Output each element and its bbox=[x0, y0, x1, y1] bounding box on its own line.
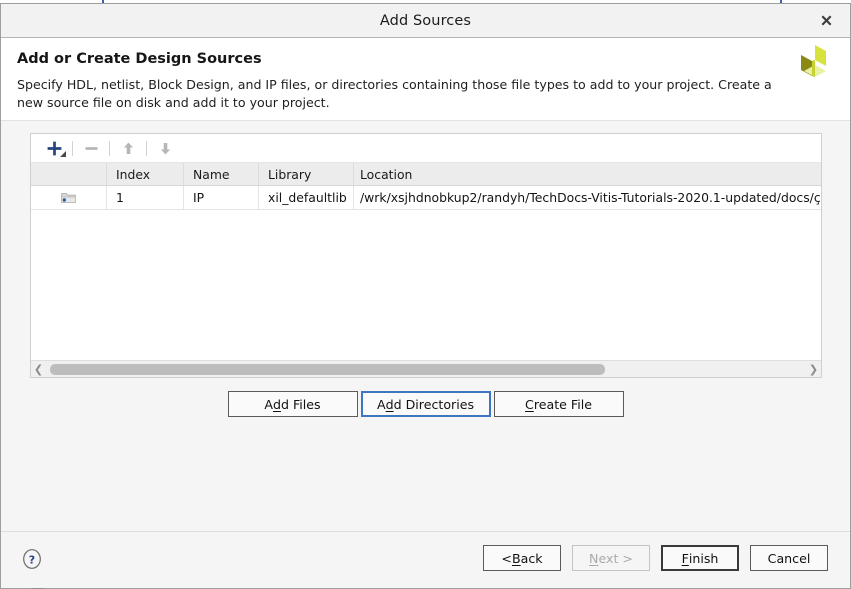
add-directories-label-pre: A bbox=[376, 396, 386, 412]
remove-source-button[interactable] bbox=[78, 136, 104, 160]
help-icon: ? bbox=[23, 549, 41, 569]
row-library: xil_defaultlib bbox=[259, 186, 354, 209]
help-button[interactable]: ? bbox=[21, 547, 43, 571]
arrow-up-icon bbox=[123, 142, 133, 154]
back-mnemonic: B bbox=[511, 550, 521, 566]
dialog-banner: Add or Create Design Sources Specify HDL… bbox=[1, 38, 850, 121]
toolbar-separator bbox=[72, 140, 73, 156]
add-files-button[interactable]: Add Files bbox=[227, 391, 358, 417]
column-header-icon[interactable] bbox=[31, 163, 107, 185]
add-directories-mnemonic: d bbox=[385, 396, 394, 412]
column-header-location[interactable]: Location bbox=[354, 163, 821, 185]
table-row[interactable]: 1 IP xil_defaultlib /wrk/xsjhdnobkup2/ra… bbox=[31, 186, 821, 210]
svg-text:?: ? bbox=[29, 553, 35, 566]
next-mnemonic: N bbox=[589, 550, 599, 566]
row-type-icon-cell bbox=[31, 186, 107, 209]
create-file-mnemonic: C bbox=[525, 396, 534, 412]
source-action-buttons: Add Files Add Directories Create File bbox=[1, 391, 850, 417]
dialog-footer: ? < Back Next > Finish Cancel bbox=[1, 531, 850, 588]
close-button[interactable] bbox=[808, 4, 844, 36]
move-down-button[interactable] bbox=[152, 136, 178, 160]
finish-button[interactable]: Finish bbox=[661, 545, 739, 571]
add-directories-label-post: d Directories bbox=[393, 396, 475, 412]
column-header-name[interactable]: Name bbox=[184, 163, 259, 185]
back-button[interactable]: < Back bbox=[483, 545, 561, 571]
banner-description: Specify HDL, netlist, Block Design, and … bbox=[17, 77, 772, 111]
next-label-post: ext > bbox=[598, 550, 633, 566]
add-files-label-post: d Files bbox=[280, 396, 321, 412]
back-label-pre: < bbox=[501, 550, 512, 566]
add-files-label-pre: A bbox=[264, 396, 273, 412]
source-table-horizontal-scrollbar[interactable]: ❮ ❯ bbox=[31, 360, 821, 377]
wizard-navigation-buttons: < Back Next > Finish Cancel bbox=[483, 545, 828, 571]
dialog-titlebar: Add Sources bbox=[1, 4, 850, 38]
move-up-button[interactable] bbox=[115, 136, 141, 160]
toolbar-separator bbox=[146, 140, 147, 156]
source-table-panel: Index Name Library Location 1 IP xil_def… bbox=[30, 133, 822, 378]
folder-icon bbox=[61, 192, 76, 203]
toolbar-separator bbox=[109, 140, 110, 156]
finish-mnemonic: F bbox=[681, 550, 689, 566]
screen: Add Sources Add or Create Design Sources… bbox=[0, 0, 851, 589]
next-button: Next > bbox=[572, 545, 650, 571]
cancel-label-post: Cancel bbox=[767, 550, 811, 566]
cancel-button[interactable]: Cancel bbox=[750, 545, 828, 571]
add-sources-dialog: Add Sources Add or Create Design Sources… bbox=[0, 3, 851, 589]
add-directories-button[interactable]: Add Directories bbox=[360, 391, 491, 417]
source-table-header: Index Name Library Location bbox=[31, 163, 821, 186]
xilinx-vitis-logo-icon bbox=[801, 45, 826, 77]
dropdown-arrow-icon bbox=[60, 151, 66, 157]
row-name: IP bbox=[184, 186, 259, 209]
dialog-title: Add Sources bbox=[379, 12, 472, 29]
minus-icon bbox=[85, 146, 97, 150]
add-source-button[interactable] bbox=[41, 136, 67, 160]
chevron-right-icon[interactable]: ❯ bbox=[806, 363, 821, 376]
scrollbar-thumb[interactable] bbox=[50, 363, 605, 375]
dialog-body: Index Name Library Location 1 IP xil_def… bbox=[1, 121, 850, 589]
chevron-left-icon[interactable]: ❮ bbox=[31, 363, 46, 376]
scrollbar-track[interactable] bbox=[46, 361, 806, 378]
finish-label-post: inish bbox=[688, 550, 719, 566]
column-header-index[interactable]: Index bbox=[107, 163, 184, 185]
back-label-post: ack bbox=[520, 550, 543, 566]
add-files-mnemonic: d bbox=[272, 396, 281, 412]
banner-heading: Add or Create Design Sources bbox=[17, 51, 262, 67]
source-table-empty-area[interactable] bbox=[31, 210, 821, 360]
arrow-down-icon bbox=[160, 142, 170, 154]
create-file-label-post: reate File bbox=[533, 396, 592, 412]
row-index: 1 bbox=[107, 186, 184, 209]
column-header-library[interactable]: Library bbox=[259, 163, 354, 185]
row-location: /wrk/xsjhdnobkup2/randyh/TechDocs-Vitis-… bbox=[360, 190, 821, 205]
source-table-toolbar bbox=[31, 134, 821, 163]
create-file-button[interactable]: Create File bbox=[493, 391, 624, 417]
close-icon bbox=[821, 15, 831, 25]
